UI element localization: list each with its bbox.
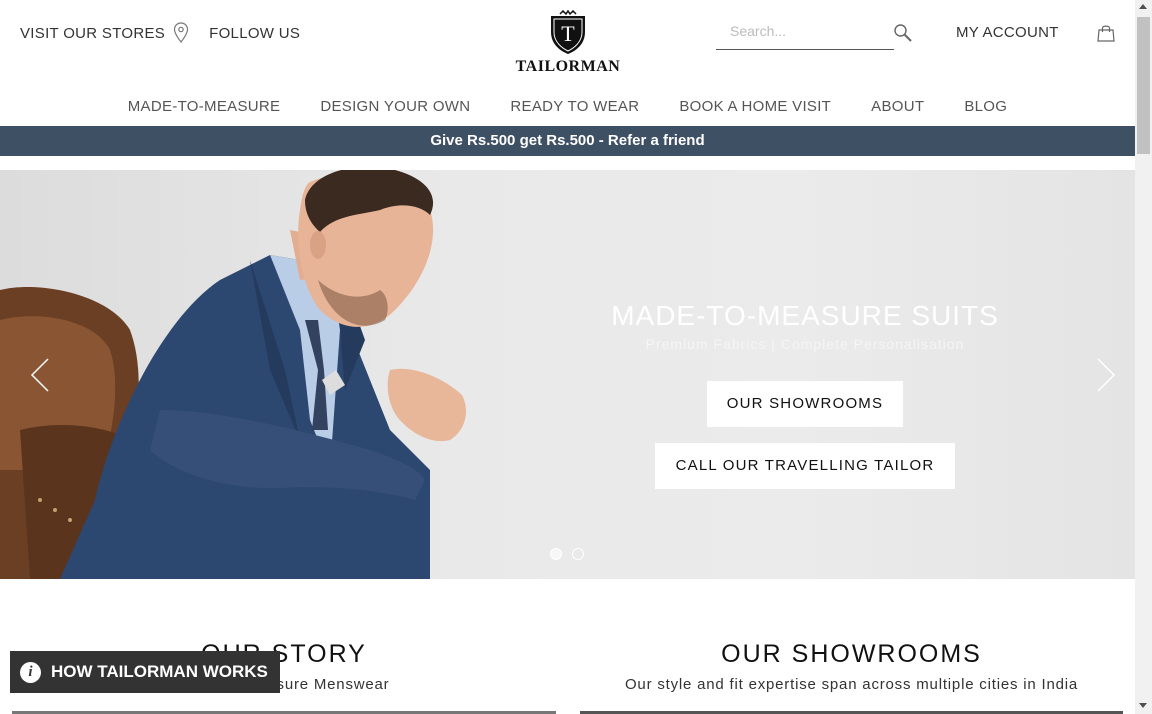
nav-design-your-own[interactable]: DESIGN YOUR OWN <box>320 98 470 115</box>
scroll-down-arrow-icon[interactable] <box>1139 703 1147 708</box>
follow-us-link[interactable]: FOLLOW US <box>209 25 300 42</box>
hero-subtitle: Premium Fabrics | Complete Personalisati… <box>645 336 965 352</box>
call-travelling-tailor-button[interactable]: CALL OUR TRAVELLING TAILOR <box>655 443 955 489</box>
nav-about[interactable]: ABOUT <box>871 98 924 115</box>
scroll-up-arrow-icon[interactable] <box>1139 4 1147 9</box>
how-tailorman-works-label: HOW TAILORMAN WORKS <box>51 662 268 681</box>
page: VISIT OUR STORES FOLLOW US T TAILORMAN M… <box>0 0 1135 714</box>
logo[interactable]: T TAILORMAN <box>512 10 624 76</box>
our-showrooms-button[interactable]: OUR SHOWROOMS <box>707 381 903 427</box>
our-showrooms-subtitle: Our style and fit expertise span across … <box>624 676 1079 693</box>
header-left-links: VISIT OUR STORES FOLLOW US <box>20 22 300 44</box>
scrollbar-thumb[interactable] <box>1137 17 1150 154</box>
search-icon[interactable] <box>893 23 913 43</box>
shopping-bag-icon[interactable] <box>1096 23 1116 43</box>
my-account-link[interactable]: MY ACCOUNT <box>956 24 1059 41</box>
hero-model-image <box>0 170 466 579</box>
promo-banner[interactable]: Give Rs.500 get Rs.500 - Refer a friend <box>0 126 1135 156</box>
nav-made-to-measure[interactable]: MADE-TO-MEASURE <box>128 98 281 115</box>
logo-text: TAILORMAN <box>515 58 621 75</box>
logo-letter: T <box>561 21 575 46</box>
nav-ready-to-wear[interactable]: READY TO WEAR <box>510 98 639 115</box>
search-box <box>716 16 894 50</box>
nav-blog[interactable]: BLOG <box>964 98 1007 115</box>
slider-dot-1[interactable] <box>550 548 562 560</box>
logo-crest-icon: T <box>551 10 585 54</box>
chevron-left-icon[interactable] <box>28 357 52 393</box>
search-input[interactable] <box>716 16 866 46</box>
chevron-right-icon[interactable] <box>1094 357 1118 393</box>
visit-stores-link[interactable]: VISIT OUR STORES <box>20 25 165 42</box>
our-showrooms-title: OUR SHOWROOMS <box>721 640 982 668</box>
main-nav: MADE-TO-MEASURE DESIGN YOUR OWN READY TO… <box>0 98 1135 115</box>
slider-dots <box>550 548 594 560</box>
nav-book-home-visit[interactable]: BOOK A HOME VISIT <box>679 98 831 115</box>
hero-slider: MADE-TO-MEASURE SUITS Premium Fabrics | … <box>0 170 1135 579</box>
vertical-scrollbar[interactable] <box>1135 0 1152 714</box>
info-icon: i <box>20 661 41 683</box>
slider-dot-2[interactable] <box>572 548 584 560</box>
map-pin-icon[interactable] <box>173 22 189 44</box>
hero-title: MADE-TO-MEASURE SUITS <box>611 300 999 331</box>
how-tailorman-works-button[interactable]: i HOW TAILORMAN WORKS <box>10 651 280 693</box>
